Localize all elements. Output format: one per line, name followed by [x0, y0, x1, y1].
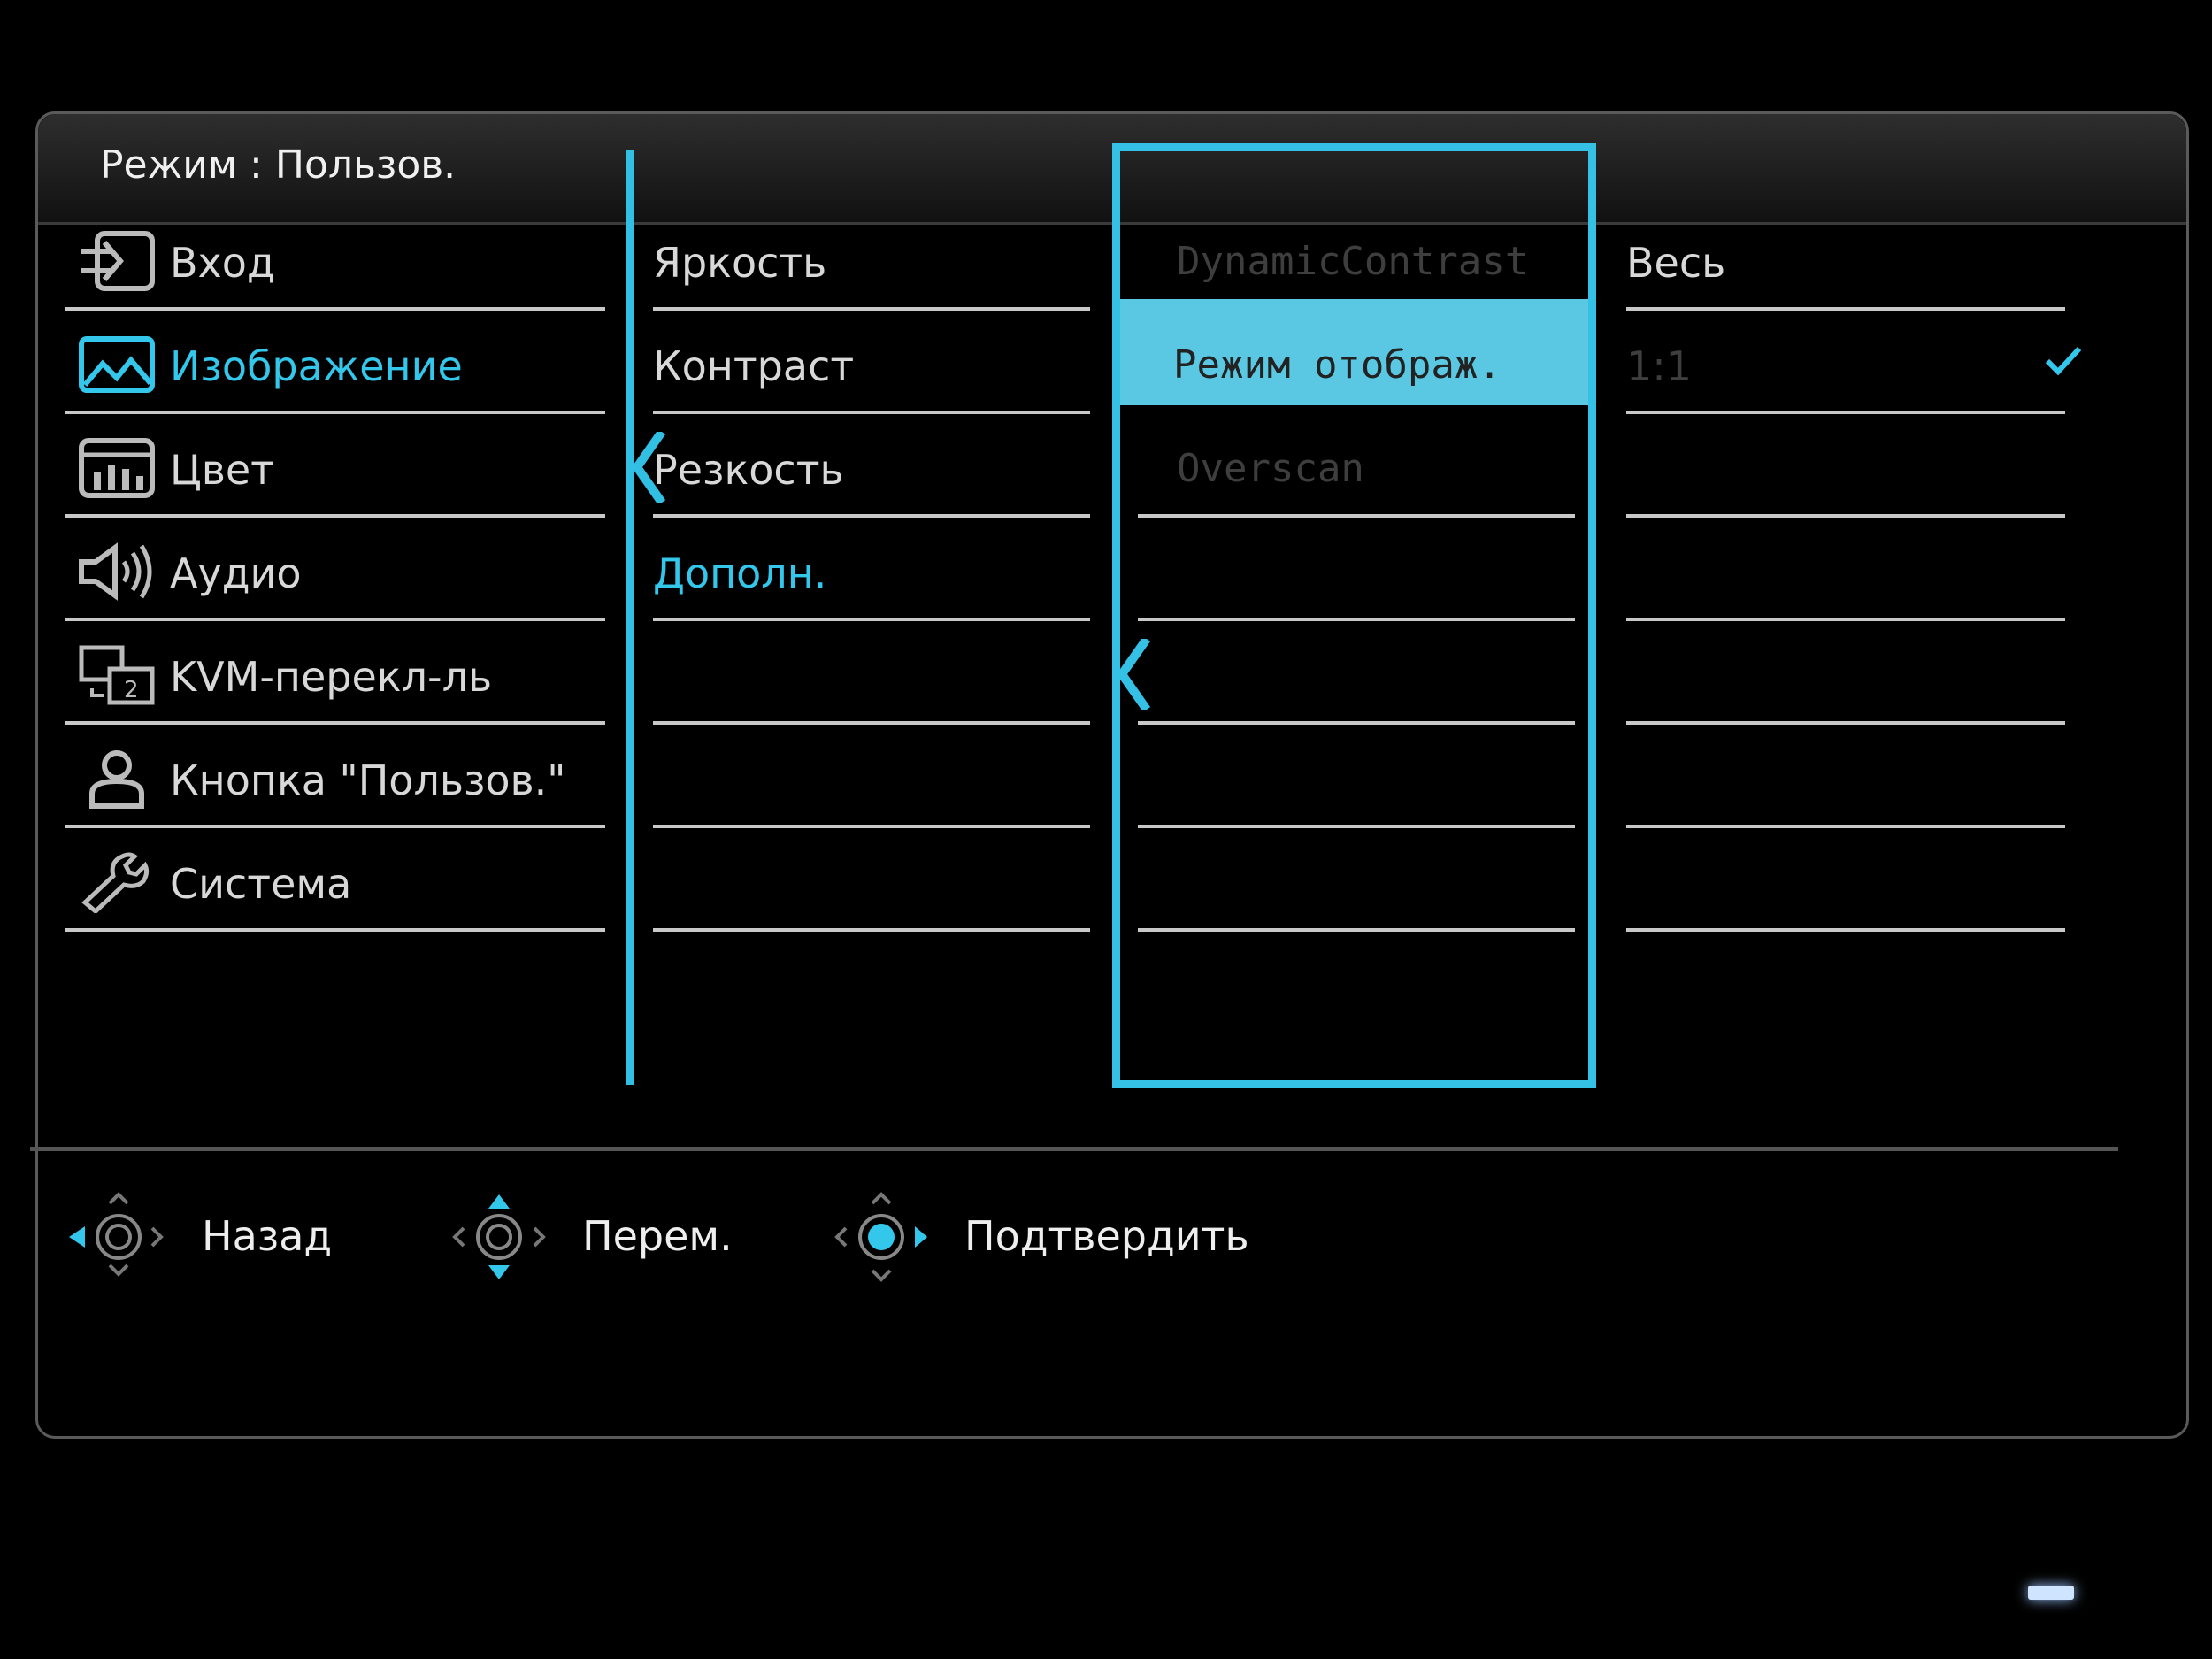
options-empty-row	[1626, 621, 2065, 725]
joystick-updown-icon	[452, 1194, 546, 1279]
advanced-empty-row	[1138, 518, 1575, 621]
input-icon	[81, 231, 155, 291]
submenu-item-brightness[interactable]: Яркость	[653, 207, 1090, 311]
submenu-empty-row	[653, 828, 1090, 932]
user-icon	[89, 750, 144, 809]
speaker-icon	[79, 542, 152, 601]
menu-item-color[interactable]: Цвет	[65, 414, 605, 518]
advanced-item-overscan[interactable]: Overscan	[1138, 414, 1575, 518]
advanced-item-display-mode[interactable]: Режим отображ.	[1138, 311, 1575, 414]
footer-divider	[30, 1147, 2118, 1151]
options-empty-row	[1626, 725, 2065, 828]
submenu-empty-row	[653, 621, 1090, 725]
footer-move[interactable]: Перем.	[446, 1177, 738, 1283]
option-1-1[interactable]: 1:1	[1626, 311, 2065, 414]
menu-item-input[interactable]: Вход	[65, 207, 605, 311]
menu-item-picture[interactable]: Изображение	[65, 311, 605, 414]
menu-item-system[interactable]: Система	[65, 828, 605, 932]
svg-text:2: 2	[124, 677, 139, 703]
joystick-press-icon	[834, 1192, 927, 1282]
advanced-item-dynamic-contrast[interactable]: DynamicContrast	[1138, 207, 1575, 311]
advanced-empty-row	[1138, 725, 1575, 828]
menu-item-audio[interactable]: Аудио	[65, 518, 605, 621]
check-icon	[2045, 346, 2082, 376]
kvm-icon: 2	[79, 645, 155, 705]
joystick-left-icon	[69, 1192, 164, 1277]
wrench-icon	[81, 852, 150, 913]
option-full[interactable]: Весь	[1626, 207, 2065, 311]
options-empty-row	[1626, 414, 2065, 518]
menu-item-kvm[interactable]: 2 KVM-перекл-ль	[65, 621, 605, 725]
picture-icon	[79, 336, 155, 393]
footer-back[interactable]: Назад	[65, 1177, 357, 1283]
submenu-empty-row	[653, 725, 1090, 828]
options-empty-row	[1626, 828, 2065, 932]
submenu-item-advanced[interactable]: Дополн.	[653, 518, 1090, 621]
submenu-item-contrast[interactable]: Контраст	[653, 311, 1090, 414]
page-title: Режим: Пользов.	[100, 142, 457, 188]
advanced-empty-row	[1138, 621, 1575, 725]
options-empty-row	[1626, 518, 2065, 621]
advanced-empty-row	[1138, 828, 1575, 932]
menu-item-custom-key[interactable]: Кнопка "Пользов."	[65, 725, 605, 828]
submenu-item-sharpness[interactable]: Резкость	[653, 414, 1090, 518]
footer-confirm[interactable]: Подтвердить	[828, 1177, 1253, 1283]
color-icon	[79, 438, 155, 498]
menu-divider	[626, 150, 634, 1085]
power-led	[2028, 1586, 2074, 1600]
